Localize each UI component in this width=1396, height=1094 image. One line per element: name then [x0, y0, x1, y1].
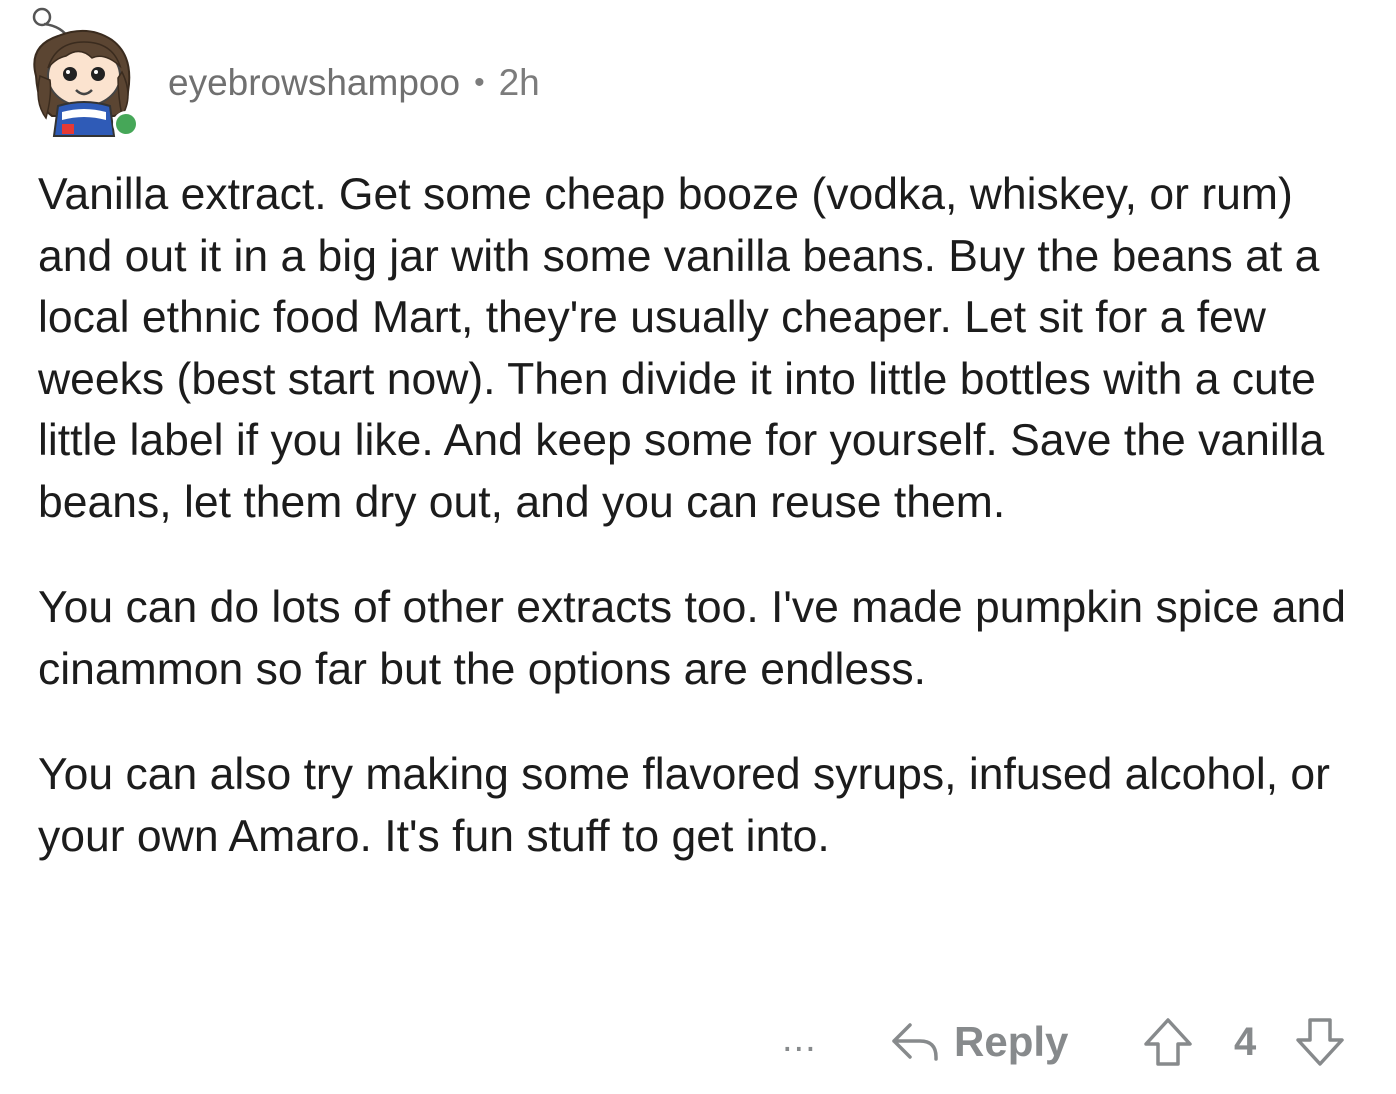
- upvote-button[interactable]: [1142, 1016, 1194, 1068]
- comment-header: eyebrowshampoo • 2h: [168, 58, 540, 108]
- username-link[interactable]: eyebrowshampoo: [168, 62, 460, 104]
- comment-age: 2h: [498, 62, 540, 103]
- more-options-button[interactable]: ...: [782, 1020, 817, 1058]
- reply-button[interactable]: Reply: [890, 1016, 1068, 1068]
- comment: eyebrowshampoo • 2h Vanilla extract. Get…: [0, 0, 1396, 1094]
- comment-paragraph: You can also try making some flavored sy…: [38, 750, 1330, 861]
- downvote-button[interactable]: [1294, 1016, 1346, 1068]
- user-avatar[interactable]: [22, 6, 144, 140]
- downvote-arrow-icon: [1296, 1018, 1344, 1066]
- upvote-arrow-icon: [1144, 1018, 1192, 1066]
- comment-paragraph: You can do lots of other extracts too. I…: [38, 583, 1347, 694]
- comment-actions: ... Reply 4: [770, 1012, 1370, 1072]
- comment-paragraph: Vanilla extract. Get some cheap booze (v…: [38, 170, 1325, 527]
- reply-arrow-icon: [892, 1023, 938, 1061]
- meta-separator: •: [474, 66, 485, 99]
- reply-label: Reply: [954, 1018, 1069, 1065]
- comment-body: Vanilla extract. Get some cheap booze (v…: [38, 164, 1368, 911]
- snoo-avatar-icon: [32, 7, 139, 137]
- vote-score: 4: [1234, 1020, 1257, 1064]
